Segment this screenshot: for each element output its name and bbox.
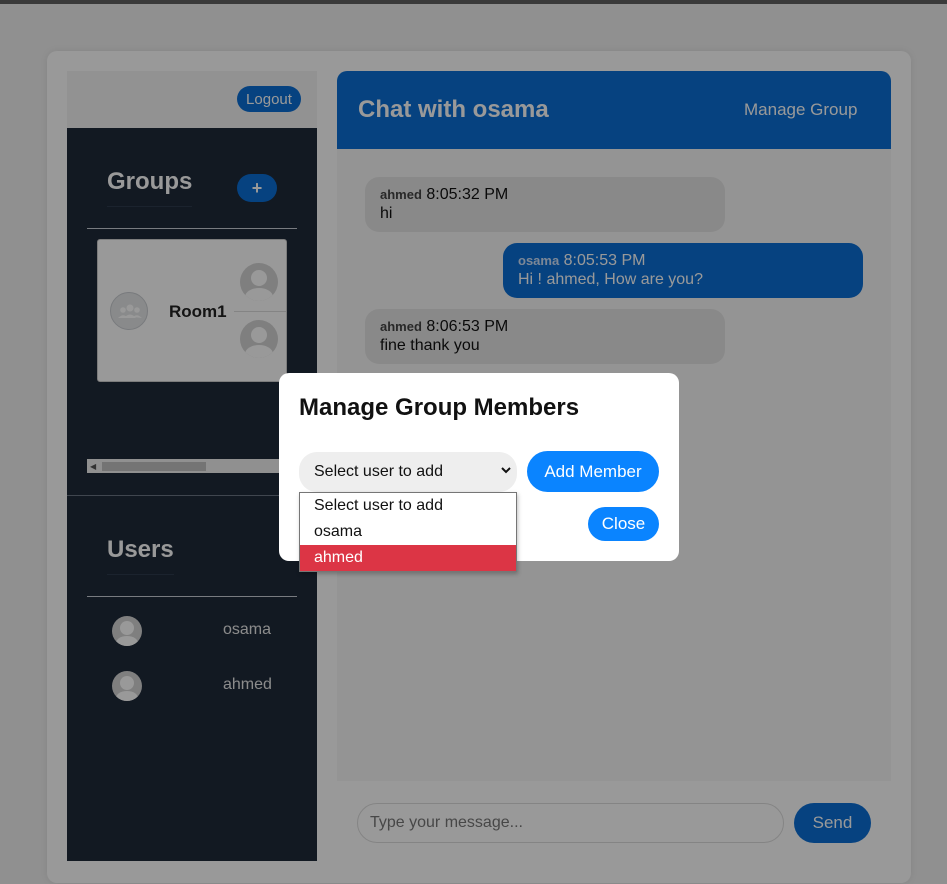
select-option-highlighted[interactable]: ahmed	[300, 545, 516, 571]
modal-title: Manage Group Members	[299, 394, 580, 421]
user-select[interactable]: Select user to add	[299, 452, 517, 492]
browser-top-edge	[0, 0, 947, 4]
add-member-button[interactable]: Add Member	[527, 451, 659, 492]
user-select-value: Select user to add	[314, 463, 443, 480]
select-option[interactable]: Select user to add	[300, 493, 516, 519]
close-button[interactable]: Close	[588, 507, 659, 541]
chevron-down-icon	[501, 463, 511, 478]
select-option[interactable]: osama	[300, 519, 516, 545]
user-select-dropdown: Select user to add osama ahmed	[299, 492, 517, 572]
